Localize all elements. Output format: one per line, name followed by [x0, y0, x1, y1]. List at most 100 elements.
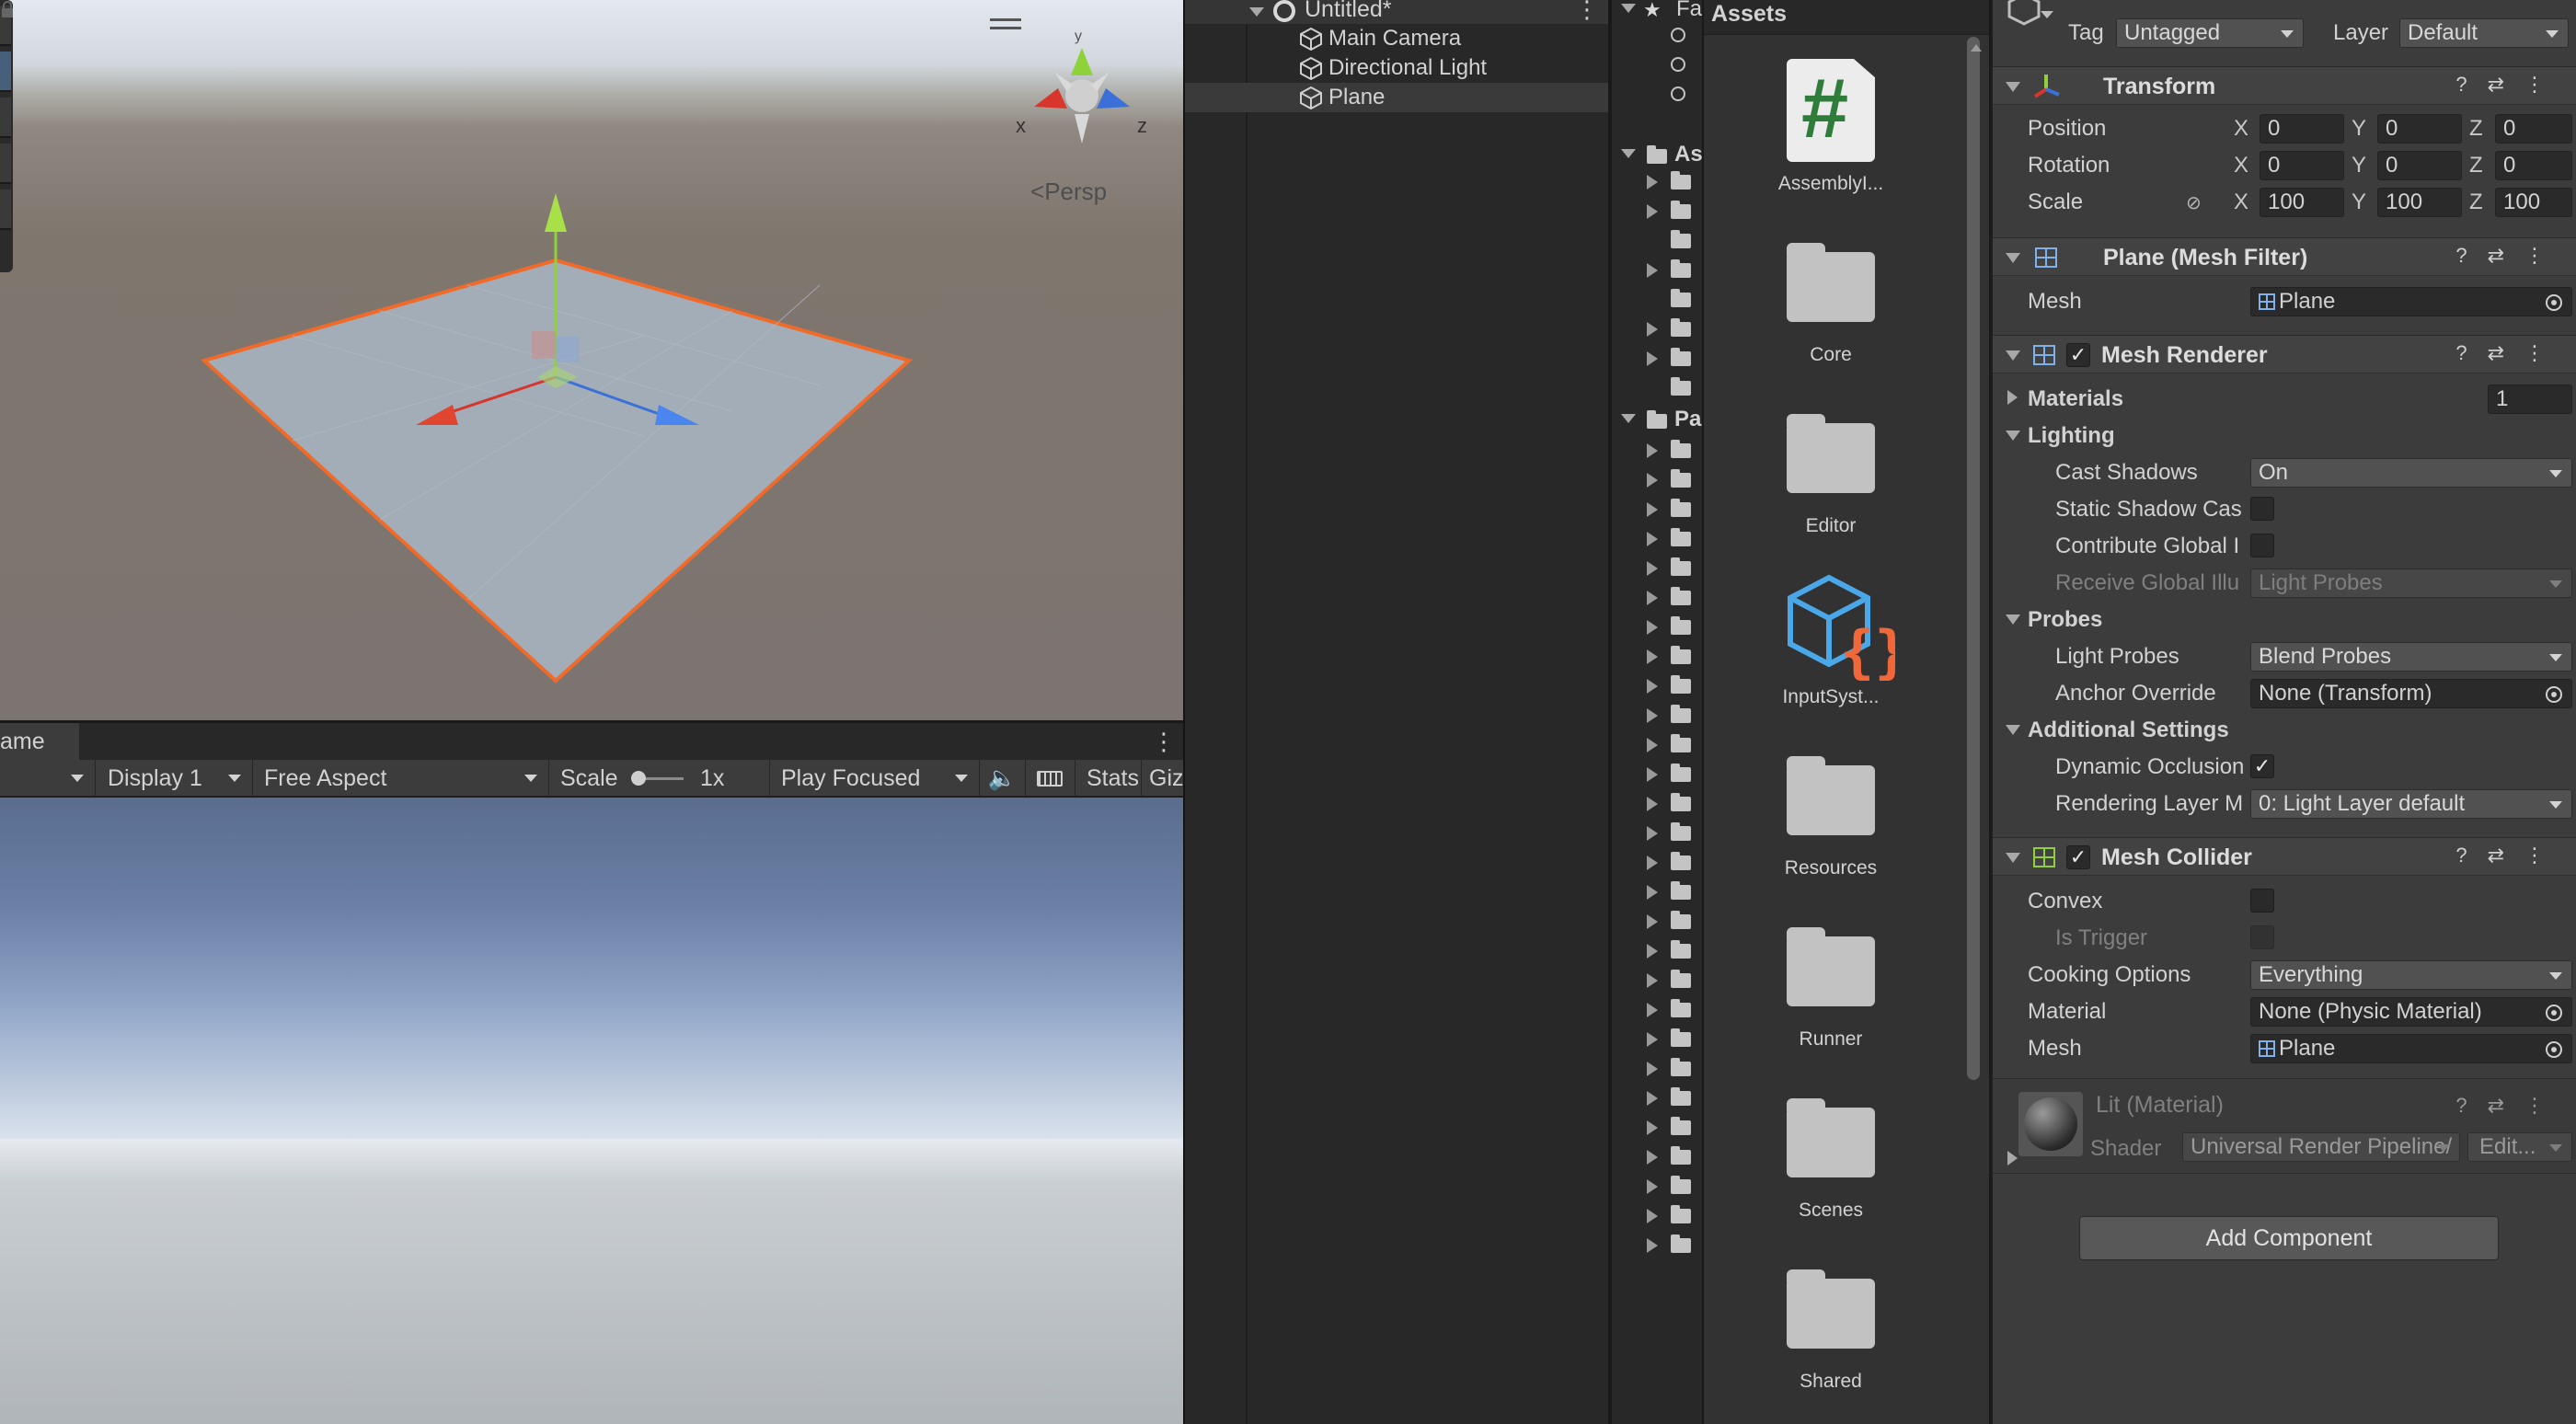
play-mode-dropdown[interactable]: Play Focused: [770, 760, 980, 797]
expand-arrow-icon[interactable]: [1621, 4, 1636, 13]
expand-arrow-icon[interactable]: [1647, 944, 1658, 959]
additional-settings-label[interactable]: Additional Settings: [2028, 718, 2229, 743]
component-enabled-checkbox[interactable]: ✓: [2066, 845, 2090, 869]
folder-icon[interactable]: [1671, 499, 1691, 517]
icon-dropdown-arrow[interactable]: [2041, 11, 2053, 18]
folder-icon[interactable]: [1671, 793, 1691, 811]
materials-label[interactable]: Materials: [2028, 386, 2123, 412]
static-shadow-caster-checkbox[interactable]: [2250, 497, 2274, 521]
collapse-arrow-icon[interactable]: [2006, 614, 2020, 625]
collapse-arrow-icon[interactable]: [2006, 350, 2020, 361]
folder-icon[interactable]: [1671, 318, 1691, 337]
lighting-label[interactable]: Lighting: [2028, 423, 2115, 449]
expand-arrow-icon[interactable]: [1647, 322, 1658, 337]
expand-arrow-icon[interactable]: [1647, 1209, 1658, 1223]
expand-arrow-icon[interactable]: [1647, 973, 1658, 988]
folder-icon[interactable]: [1671, 1146, 1691, 1165]
material-section[interactable]: Lit (Material) ?⇄⋮ Shader Universal Rend…: [1993, 1078, 2576, 1174]
expand-arrow-icon[interactable]: [1647, 502, 1658, 517]
folder-icon[interactable]: [1671, 616, 1691, 635]
input-system-icon[interactable]: {}: [1785, 574, 1895, 681]
collapse-arrow-icon[interactable]: [2006, 253, 2020, 263]
expand-arrow-icon[interactable]: [1647, 1120, 1658, 1135]
search-icon[interactable]: [1671, 28, 1685, 42]
cast-shadows-dropdown[interactable]: On: [2250, 458, 2572, 488]
scroll-up-arrow-icon[interactable]: [1971, 44, 1982, 52]
folder-icon[interactable]: [1671, 646, 1691, 664]
component-header-buttons[interactable]: ?⇄⋮: [2455, 341, 2565, 365]
folder-icon[interactable]: [1671, 822, 1691, 841]
mute-audio-icon[interactable]: 🔈: [980, 760, 1026, 797]
folder-icon[interactable]: [1671, 940, 1691, 959]
expand-arrow-icon[interactable]: [1647, 591, 1658, 605]
hierarchy-item-plane[interactable]: Plane: [1185, 83, 1608, 112]
hierarchy-item-directional-light[interactable]: Directional Light: [1185, 53, 1608, 83]
folder-icon[interactable]: [1671, 1117, 1691, 1135]
collapse-arrow-icon[interactable]: [2006, 725, 2020, 735]
expand-arrow-icon[interactable]: [1647, 738, 1658, 752]
folder-icon[interactable]: [1787, 1098, 1875, 1177]
folder-icon[interactable]: [1671, 675, 1691, 694]
expand-arrow-icon[interactable]: [1647, 679, 1658, 694]
folder-icon[interactable]: [1671, 1087, 1691, 1106]
folder-icon[interactable]: [1671, 911, 1691, 929]
hierarchy-item-main-camera[interactable]: Main Camera: [1185, 24, 1608, 53]
folder-icon[interactable]: [1671, 528, 1691, 546]
add-component-button[interactable]: Add Component: [2079, 1216, 2499, 1260]
tab-game[interactable]: ame: [0, 723, 79, 760]
folder-icon[interactable]: [1671, 557, 1691, 576]
expand-arrow-icon[interactable]: [1647, 767, 1658, 782]
tool-button-scale[interactable]: [0, 144, 11, 184]
expand-arrow-icon[interactable]: [1647, 1003, 1658, 1017]
component-header-buttons[interactable]: ?⇄⋮: [2455, 844, 2565, 867]
keyboard-icon[interactable]: [1026, 760, 1075, 797]
scene-overlay-menu-icon[interactable]: [990, 18, 1021, 29]
expand-arrow-icon[interactable]: [1621, 414, 1636, 423]
folder-icon[interactable]: [1671, 852, 1691, 870]
collapse-arrow-icon[interactable]: [2006, 431, 2020, 441]
tool-button-rect[interactable]: [0, 189, 11, 230]
constrain-proportions-icon[interactable]: ⊘: [2186, 191, 2202, 214]
folder-icon[interactable]: [1671, 259, 1691, 278]
folder-icon[interactable]: [1671, 348, 1691, 366]
lock-icon[interactable]: [0, 0, 15, 18]
kebab-menu-icon[interactable]: ⋮: [1152, 729, 1176, 753]
folder-icon[interactable]: [1787, 243, 1875, 322]
component-header-buttons[interactable]: ?⇄⋮: [2455, 73, 2565, 97]
component-header-buttons[interactable]: ?⇄⋮: [2455, 244, 2565, 268]
packages-root-label[interactable]: Pa: [1674, 407, 1701, 432]
folder-icon[interactable]: [1671, 587, 1691, 605]
expand-arrow-icon[interactable]: [1647, 204, 1658, 219]
folder-icon[interactable]: [1671, 1235, 1691, 1253]
probes-label[interactable]: Probes: [2028, 607, 2102, 633]
folder-icon[interactable]: [1671, 1205, 1691, 1223]
rotation-y-field[interactable]: 0: [2377, 151, 2462, 180]
contribute-gi-checkbox[interactable]: [2250, 534, 2274, 557]
folder-icon[interactable]: [1671, 230, 1691, 248]
rotation-x-field[interactable]: 0: [2260, 151, 2344, 180]
search-icon[interactable]: [1671, 86, 1685, 101]
projection-toggle[interactable]: <Persp: [1030, 178, 1107, 206]
expand-arrow-icon[interactable]: [1647, 473, 1658, 488]
object-picker-icon[interactable]: [2546, 1041, 2562, 1058]
expand-arrow-icon[interactable]: [1647, 797, 1658, 811]
light-probes-dropdown[interactable]: Blend Probes: [2250, 642, 2572, 672]
cooking-options-dropdown[interactable]: Everything: [2250, 960, 2572, 990]
expand-arrow-icon[interactable]: [1647, 1238, 1658, 1253]
game-viewport[interactable]: [0, 798, 1183, 1424]
position-x-field[interactable]: 0: [2260, 114, 2344, 144]
stats-button[interactable]: Stats: [1075, 760, 1142, 797]
expand-arrow-icon[interactable]: [1647, 708, 1658, 723]
scale-y-field[interactable]: 100: [2377, 188, 2462, 217]
tool-button-move[interactable]: [0, 52, 11, 92]
expand-arrow-icon[interactable]: [1647, 826, 1658, 841]
assets-scrollbar[interactable]: [1967, 37, 1980, 1080]
expand-arrow-icon[interactable]: [1647, 561, 1658, 576]
expand-arrow-icon[interactable]: [1647, 443, 1658, 458]
folder-icon[interactable]: [1671, 201, 1691, 219]
collider-mesh-field[interactable]: Plane: [2250, 1034, 2572, 1063]
folder-icon[interactable]: [1787, 927, 1875, 1006]
folder-icon[interactable]: [1787, 756, 1875, 835]
shader-edit-button[interactable]: Edit...: [2467, 1132, 2572, 1162]
collapse-arrow-icon[interactable]: [2006, 82, 2020, 92]
